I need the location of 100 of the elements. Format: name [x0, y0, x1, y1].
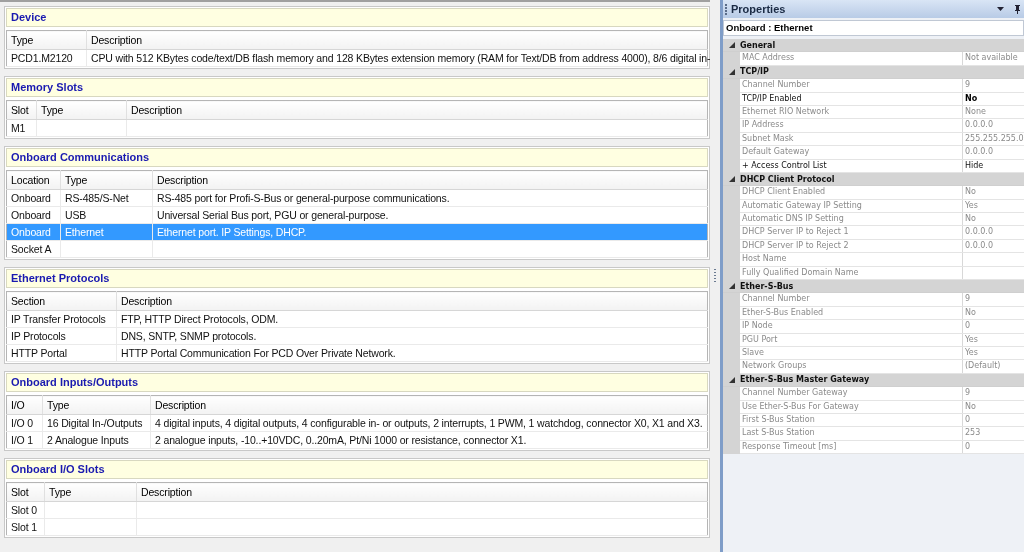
table-cell: 4 digital inputs, 4 digital outputs, 4 configurable in- or outputs, 2 interrupts, 1 PWM, 1 watchdog, connector X0, X1 and X3. — [155, 417, 703, 429]
pin-icon — [1014, 4, 1021, 14]
table-row[interactable]: Onboard USB Universal Serial Bus port, PGU or general-purpose. — [6, 206, 708, 224]
property-name: + Access Control List — [740, 159, 963, 172]
column-header[interactable]: Description — [150, 395, 708, 415]
section-header: Memory Slots — [6, 78, 708, 97]
column-header[interactable]: Location — [6, 170, 61, 190]
table-row[interactable]: I/O 1 2 Analogue Inputs 2 analogue inputs, -10..+10VDC, 0..20mA, Pt/Ni 1000 or resistance, connector X1. — [6, 431, 708, 449]
table-cell: HTTP Portal — [11, 347, 67, 359]
table-cell: FTP, HTTP Direct Protocols, ODM. — [121, 313, 278, 325]
column-header[interactable]: Type — [42, 395, 151, 415]
property-name: Fully Qualified Domain Name — [740, 266, 963, 280]
section-header: Onboard Communications — [6, 148, 708, 167]
table-cell: I/O 0 — [11, 417, 33, 429]
column-header[interactable]: Description — [152, 170, 708, 190]
property-name: DHCP Client Enabled — [740, 186, 963, 199]
table-cell: CPU with 512 KBytes code/text/DB flash memory and 128 KBytes extension memory (RAM for Text/DB from address 4000), 8/6 digital in- — [91, 52, 711, 64]
triangle-icon — [728, 376, 735, 383]
category-label: TCP/IP — [740, 67, 769, 77]
table-row[interactable]: HTTP Portal HTTP Portal Communication For PCD Over Private Network. — [6, 344, 708, 362]
table-row[interactable]: IP Protocols DNS, SNTP, SNMP protocols. — [6, 327, 708, 345]
property-name: Default Gateway — [740, 146, 963, 159]
column-header[interactable]: Description — [116, 291, 708, 311]
property-name: Ethernet RIO Network — [740, 105, 963, 119]
triangle-icon — [728, 68, 735, 75]
table-row[interactable]: Slot 0 — [6, 501, 708, 519]
table-cell: 2 Analogue Inputs — [47, 434, 129, 446]
table-row[interactable]: I/O 0 16 Digital In-/Outputs 4 digital inputs, 4 digital outputs, 4 configurable in- or outputs, 2 interrupts, 1 PWM, 1 watchdog, connector X0, X1 and X3. — [6, 414, 708, 432]
table-cell: Onboard — [11, 192, 51, 204]
column-header[interactable]: Slot — [6, 100, 37, 120]
table-row[interactable]: Socket A — [6, 240, 708, 258]
table-cell: PCD1.M2120 — [11, 52, 73, 64]
column-header[interactable]: Description — [86, 30, 708, 50]
property-name: Automatic DNS IP Setting — [740, 213, 963, 226]
table-cell: USB — [65, 209, 87, 221]
property-name: TCP/IP Enabled — [740, 92, 963, 105]
table-cell: M1 — [11, 122, 26, 134]
property-name: PGU Port — [740, 333, 963, 346]
table-cell: Slot 1 — [11, 521, 37, 533]
column-header[interactable]: Type — [44, 482, 137, 502]
table-cell: Universal Serial Bus port, PGU or general-purpose. — [157, 209, 389, 221]
table-cell: IP Protocols — [11, 330, 66, 342]
property-name: Network Groups — [740, 360, 963, 373]
section-header: Onboard Inputs/Outputs — [6, 373, 708, 392]
table-cell: 2 analogue inputs, -10..+10VDC, 0..20mA, Pt/Ni 1000 or resistance, connector X1. — [155, 434, 527, 446]
property-name: Automatic Gateway IP Setting — [740, 199, 963, 213]
property-name: Host Name — [740, 253, 963, 266]
column-header[interactable]: Description — [136, 482, 708, 502]
table-cell: Onboard — [11, 226, 51, 238]
table-cell: Ethernet — [65, 226, 104, 238]
category-label: DHCP Client Protocol — [740, 174, 835, 184]
table-cell: Socket A — [11, 243, 52, 255]
table-cell: 16 Digital In-/Outputs — [47, 417, 143, 429]
table-cell: Slot 0 — [11, 504, 37, 516]
triangle-icon — [728, 176, 735, 183]
column-header[interactable]: Slot — [6, 482, 45, 502]
table-cell: IP Transfer Protocols — [11, 313, 106, 325]
table-row[interactable]: Onboard RS-485/S-Net RS-485 port for Profi-S-Bus or general-purpose communications. — [6, 189, 708, 207]
property-name: Use Ether-S-Bus For Gateway — [740, 400, 963, 413]
column-header[interactable]: Type — [60, 170, 153, 190]
property-name: Channel Number — [740, 79, 963, 92]
property-name: IP Node — [740, 320, 963, 333]
section-header: Ethernet Protocols — [6, 269, 708, 288]
property-name: DHCP Server IP to Reject 2 — [740, 239, 963, 253]
table-row[interactable]: Slot 1 — [6, 518, 708, 536]
table-cell: DNS, SNTP, SNMP protocols. — [121, 330, 257, 342]
table-cell: Onboard — [11, 209, 51, 221]
column-header[interactable]: Section — [6, 291, 117, 311]
property-name: Channel Number — [740, 293, 963, 306]
table-row[interactable]: PCD1.M2120 CPU with 512 KBytes code/text/DB flash memory and 128 KBytes extension memory (RAM for Text/DB from address 4000), 8/6 digital in- — [6, 49, 708, 67]
section-header: Onboard I/O Slots — [6, 460, 708, 479]
category-label: Ether-S-Bus — [740, 281, 794, 291]
property-name: MAC Address — [740, 52, 963, 65]
triangle-icon — [728, 283, 735, 290]
table-cell: RS-485/S-Net — [65, 192, 129, 204]
property-name: First S-Bus Station — [740, 413, 963, 427]
selected-object-label: Onboard : Ethernet — [723, 20, 1024, 36]
property-value[interactable]: Hide — [963, 159, 1024, 172]
column-header[interactable]: Description — [126, 100, 708, 120]
triangle-icon — [728, 42, 735, 49]
table-cell: HTTP Portal Communication For PCD Over Private Network. — [121, 347, 396, 359]
table-cell: RS-485 port for Profi-S-Bus or general-purpose communications. — [157, 192, 450, 204]
table-row[interactable]: M1 — [6, 119, 708, 137]
column-header[interactable]: Type — [6, 30, 87, 50]
caret-icon — [997, 7, 1004, 11]
property-name: Response Timeout [ms] — [740, 440, 963, 454]
property-name: Subnet Mask — [740, 132, 963, 146]
table-cell: I/O 1 — [11, 434, 33, 446]
table-cell: Ethernet port. IP Settings, DHCP. — [157, 226, 307, 238]
column-header[interactable]: Type — [36, 100, 127, 120]
table-row[interactable]: IP Transfer Protocols FTP, HTTP Direct Protocols, ODM. — [6, 310, 708, 328]
category-label: General — [740, 40, 776, 50]
column-header[interactable]: I/O — [6, 395, 43, 415]
property-value[interactable]: No — [963, 92, 1024, 105]
section-header: Device — [6, 8, 708, 27]
property-name: DHCP Server IP to Reject 1 — [740, 226, 963, 239]
property-name: Slave — [740, 347, 963, 360]
panel-title: Properties — [731, 3, 786, 15]
category-label: Ether-S-Bus Master Gateway — [740, 375, 870, 385]
property-name: Ether-S-Bus Enabled — [740, 306, 963, 320]
